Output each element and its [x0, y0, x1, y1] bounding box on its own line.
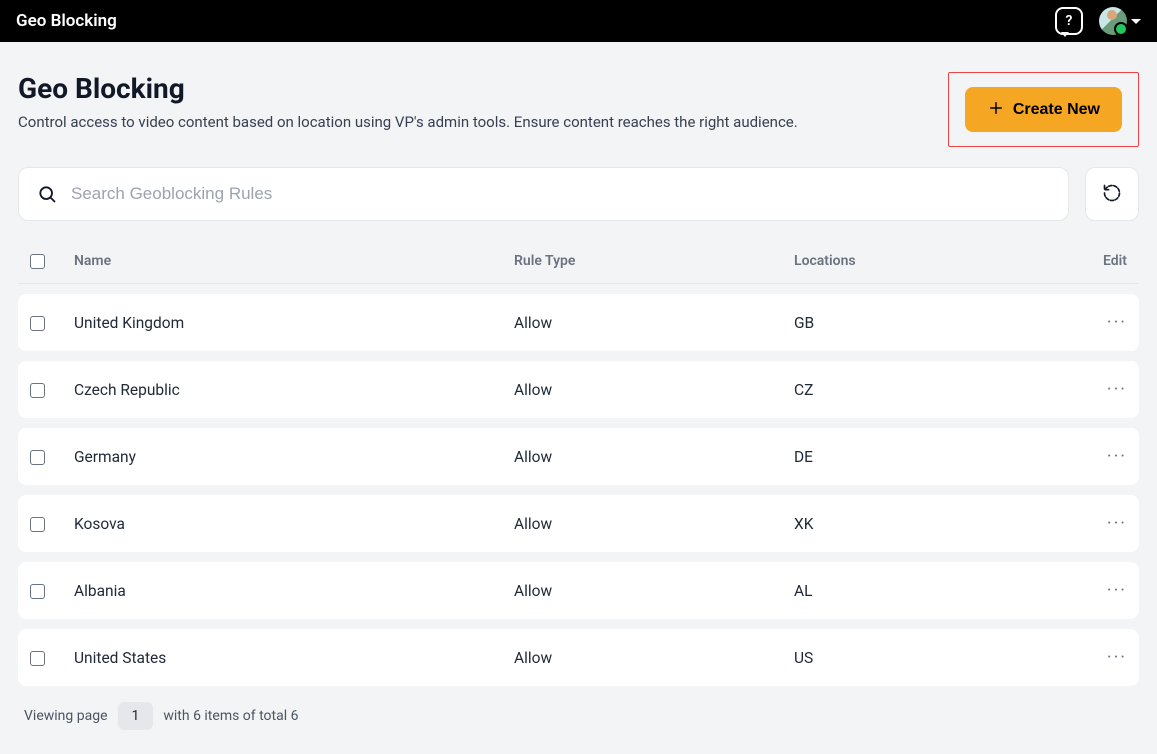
topbar-right: ? [1055, 7, 1141, 35]
row-checkbox[interactable] [30, 450, 45, 465]
row-edit-cell: ··· [1067, 312, 1127, 333]
more-icon[interactable]: ··· [1107, 312, 1127, 333]
row-name: United States [74, 649, 514, 667]
row-locations: AL [794, 582, 1067, 600]
row-edit-cell: ··· [1067, 379, 1127, 400]
col-name-header: Name [74, 253, 514, 269]
page-content: Geo Blocking Control access to video con… [0, 42, 1157, 754]
row-checkbox-cell [30, 649, 74, 666]
row-locations: US [794, 649, 1067, 667]
col-locations-header: Locations [794, 253, 1067, 269]
row-checkbox-cell [30, 381, 74, 398]
table-row: GermanyAllowDE ··· [18, 428, 1139, 485]
row-name: Kosova [74, 515, 514, 533]
page-header-text: Geo Blocking Control access to video con… [18, 72, 798, 131]
row-checkbox-cell [30, 582, 74, 599]
row-locations: XK [794, 515, 1067, 533]
row-checkbox[interactable] [30, 316, 45, 331]
more-icon[interactable]: ··· [1107, 580, 1127, 601]
page-title: Geo Blocking [18, 72, 798, 105]
refresh-button[interactable] [1085, 167, 1139, 221]
more-icon[interactable]: ··· [1107, 513, 1127, 534]
row-locations: DE [794, 448, 1067, 466]
create-new-button[interactable]: Create New [965, 87, 1122, 132]
table-row: United StatesAllowUS ··· [18, 629, 1139, 686]
search-input[interactable] [71, 184, 1050, 204]
create-new-label: Create New [1013, 101, 1100, 119]
pagination-footer: Viewing page 1 with 6 items of total 6 [18, 698, 1139, 734]
table-header: Name Rule Type Locations Edit [18, 239, 1139, 284]
row-name: Albania [74, 582, 514, 600]
avatar [1099, 7, 1127, 35]
table-row: United KingdomAllowGB ··· [18, 294, 1139, 351]
page-description: Control access to video content based on… [18, 113, 798, 131]
row-rule-type: Allow [514, 314, 794, 332]
row-edit-cell: ··· [1067, 580, 1127, 601]
help-icon[interactable]: ? [1055, 7, 1083, 35]
toolbar [18, 167, 1139, 221]
row-checkbox[interactable] [30, 584, 45, 599]
table-row: AlbaniaAllowAL ··· [18, 562, 1139, 619]
viewing-label: Viewing page [24, 708, 108, 724]
table-body: United KingdomAllowGB···Czech RepublicAl… [18, 294, 1139, 686]
select-all-checkbox[interactable] [30, 254, 45, 269]
row-edit-cell: ··· [1067, 513, 1127, 534]
more-icon[interactable]: ··· [1107, 379, 1127, 400]
row-checkbox[interactable] [30, 517, 45, 532]
row-checkbox[interactable] [30, 651, 45, 666]
table-row: KosovaAllowXK ··· [18, 495, 1139, 552]
refresh-icon [1102, 183, 1122, 206]
row-edit-cell: ··· [1067, 446, 1127, 467]
chevron-down-icon [1131, 19, 1141, 24]
row-rule-type: Allow [514, 649, 794, 667]
topbar: Geo Blocking ? [0, 0, 1157, 42]
row-name: United Kingdom [74, 314, 514, 332]
page-header: Geo Blocking Control access to video con… [18, 72, 1139, 147]
row-checkbox-cell [30, 314, 74, 331]
more-icon[interactable]: ··· [1107, 647, 1127, 668]
topbar-title: Geo Blocking [16, 11, 117, 31]
search-box [18, 167, 1069, 221]
search-icon [37, 184, 57, 204]
row-rule-type: Allow [514, 381, 794, 399]
row-locations: CZ [794, 381, 1067, 399]
more-icon[interactable]: ··· [1107, 446, 1127, 467]
row-name: Germany [74, 448, 514, 466]
row-checkbox-cell [30, 515, 74, 532]
row-name: Czech Republic [74, 381, 514, 399]
row-rule-type: Allow [514, 515, 794, 533]
items-label: with 6 items of total 6 [163, 708, 298, 724]
col-type-header: Rule Type [514, 253, 794, 269]
page-number[interactable]: 1 [118, 702, 154, 730]
rules-table: Name Rule Type Locations Edit United Kin… [18, 239, 1139, 686]
plus-icon [987, 99, 1005, 120]
row-rule-type: Allow [514, 448, 794, 466]
create-highlight: Create New [948, 72, 1139, 147]
table-row: Czech RepublicAllowCZ ··· [18, 361, 1139, 418]
col-checkbox [30, 253, 74, 269]
user-menu[interactable] [1099, 7, 1141, 35]
row-checkbox-cell [30, 448, 74, 465]
row-checkbox[interactable] [30, 383, 45, 398]
col-edit-header: Edit [1067, 253, 1127, 269]
row-rule-type: Allow [514, 582, 794, 600]
row-edit-cell: ··· [1067, 647, 1127, 668]
row-locations: GB [794, 314, 1067, 332]
